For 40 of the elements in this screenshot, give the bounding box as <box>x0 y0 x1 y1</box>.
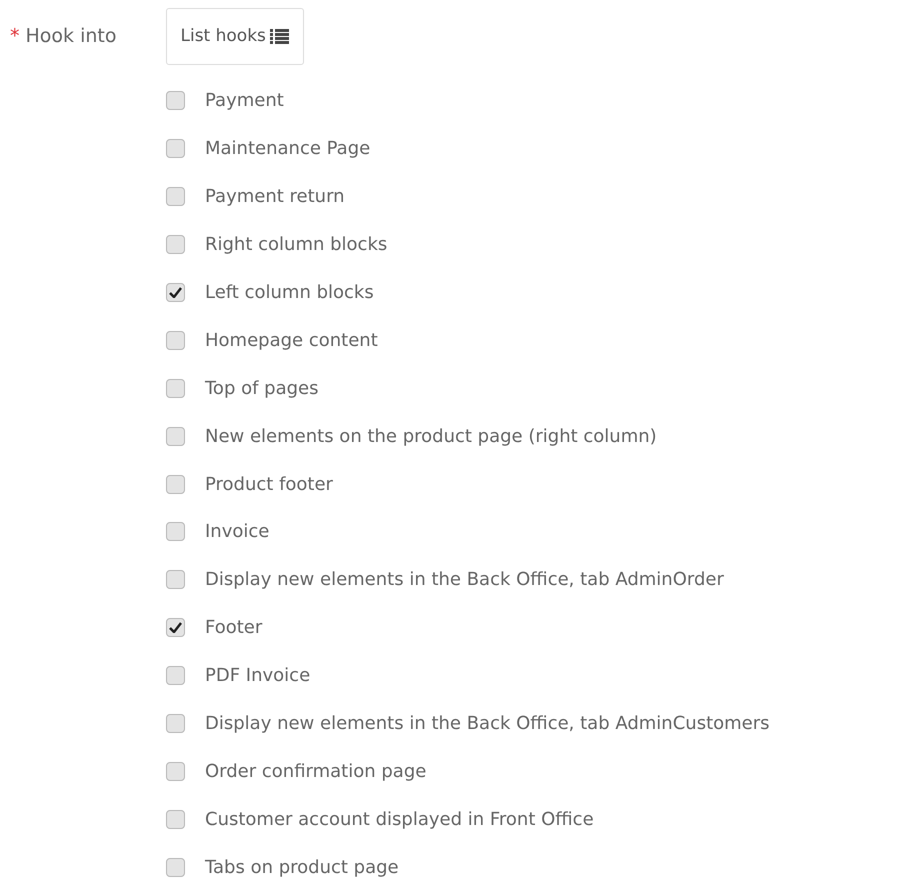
list-hooks-button[interactable]: List hooks <box>166 8 304 65</box>
checkbox[interactable] <box>166 139 185 158</box>
checkbox-label: Display new elements in the Back Office, tab AdminOrder <box>205 568 724 592</box>
checkbox[interactable] <box>166 426 185 446</box>
checkbox-label: Maintenance Page <box>205 137 370 162</box>
checkbox[interactable] <box>166 330 185 350</box>
checkbox-label: Invoice <box>205 520 270 544</box>
checkbox[interactable] <box>166 378 185 398</box>
checkbox[interactable] <box>166 858 185 877</box>
list-icon <box>270 28 289 44</box>
checkbox[interactable] <box>166 666 185 686</box>
field-label: Hook into <box>26 24 118 50</box>
checkbox-label: PDF Invoice <box>205 664 310 688</box>
checkbox-label: Top of pages <box>205 376 319 401</box>
checkbox[interactable] <box>166 714 185 734</box>
checkbox[interactable] <box>166 283 185 302</box>
checkbox-label: Product footer <box>205 472 333 497</box>
checkbox[interactable] <box>166 810 185 829</box>
checkbox-label: Customer account displayed in Front Office <box>205 808 594 832</box>
checkbox[interactable] <box>166 762 185 781</box>
checkbox-label: Display new elements in the Back Office, tab AdminCustomers <box>205 712 770 736</box>
checkbox[interactable] <box>166 91 185 110</box>
checkbox-label: Footer <box>205 616 262 640</box>
checkbox[interactable] <box>166 474 185 494</box>
checkbox-label: New elements on the product page (right column) <box>205 424 657 449</box>
checkbox-label: Order confirmation page <box>205 760 426 784</box>
checkbox-label: Right column blocks <box>205 233 388 258</box>
checkbox-label: Left column blocks <box>205 281 374 305</box>
checkbox[interactable] <box>166 570 185 590</box>
required-mark: * <box>10 24 20 50</box>
checkbox-label: Tabs on product page <box>205 856 399 879</box>
checkbox[interactable] <box>166 522 185 542</box>
checkbox[interactable] <box>166 235 185 254</box>
checkbox-label: Payment <box>205 89 284 114</box>
checkbox[interactable] <box>166 618 185 638</box>
checkbox-label: Homepage content <box>205 328 378 353</box>
checkbox[interactable] <box>166 187 185 206</box>
checkmark-icon <box>169 287 182 298</box>
checkmark-icon <box>169 622 182 634</box>
checkbox-label: Payment return <box>205 185 345 210</box>
